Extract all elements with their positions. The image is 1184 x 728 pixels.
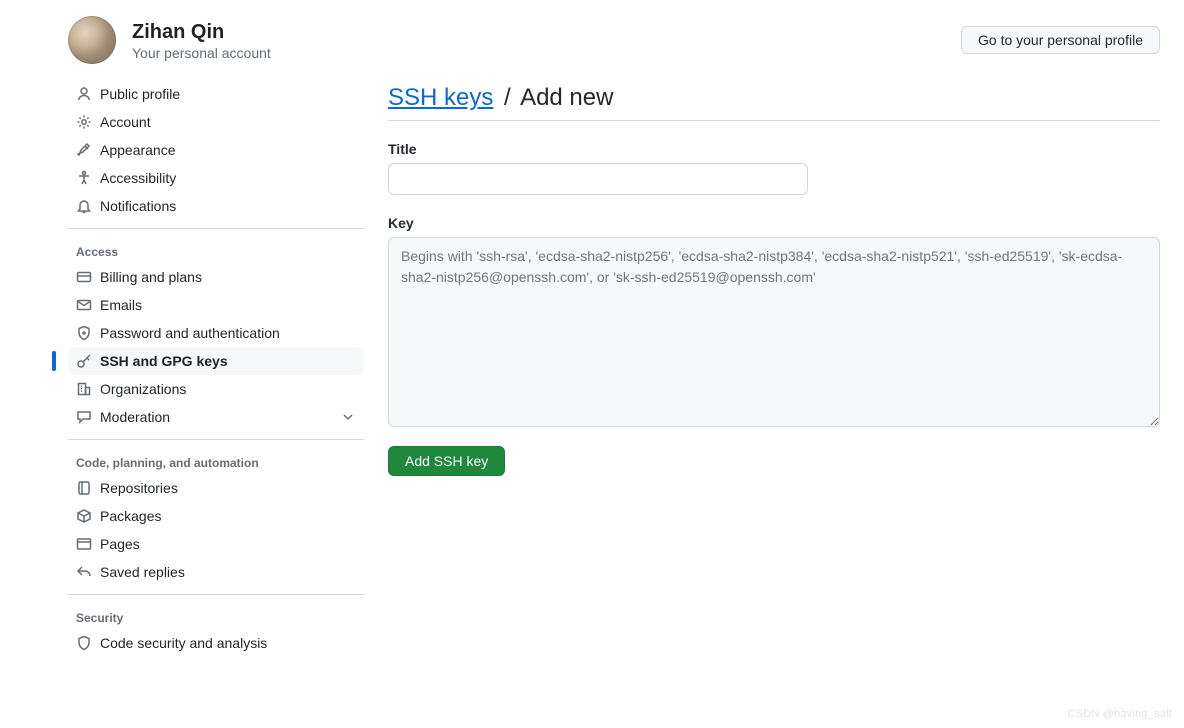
sidebar-divider [68, 228, 364, 229]
go-to-profile-button[interactable]: Go to your personal profile [961, 26, 1160, 54]
sidebar-item-notifications[interactable]: Notifications [68, 192, 364, 220]
credit-card-icon [76, 269, 92, 285]
sidebar-item-repositories[interactable]: Repositories [68, 474, 364, 502]
breadcrumb-link-ssh-keys[interactable]: SSH keys [388, 84, 493, 111]
sidebar-section-title: Code, planning, and automation [68, 448, 364, 474]
paintbrush-icon [76, 142, 92, 158]
sidebar-item-code-security-and-analysis[interactable]: Code security and analysis [68, 629, 364, 657]
sidebar-item-label: SSH and GPG keys [100, 353, 228, 369]
profile-block: Zihan Qin Your personal account [68, 16, 271, 64]
sidebar-item-organizations[interactable]: Organizations [68, 375, 364, 403]
mail-icon [76, 297, 92, 313]
shield-lock-icon [76, 325, 92, 341]
sidebar-item-billing-and-plans[interactable]: Billing and plans [68, 263, 364, 291]
organization-icon [76, 381, 92, 397]
bell-icon [76, 198, 92, 214]
sidebar-item-label: Organizations [100, 381, 186, 397]
sidebar-divider [68, 439, 364, 440]
repo-icon [76, 480, 92, 496]
add-ssh-key-button[interactable]: Add SSH key [388, 446, 505, 476]
sidebar-item-saved-replies[interactable]: Saved replies [68, 558, 364, 586]
sidebar-item-public-profile[interactable]: Public profile [68, 80, 364, 108]
watermark: CSDN @having_salt [1068, 708, 1172, 720]
breadcrumb-current: Add new [520, 84, 613, 111]
sidebar-item-account[interactable]: Account [68, 108, 364, 136]
sidebar-item-label: Billing and plans [100, 269, 202, 285]
top-bar: Zihan Qin Your personal account Go to yo… [0, 0, 1184, 80]
sidebar-section-title: Security [68, 603, 364, 629]
sidebar-item-label: Packages [100, 508, 161, 524]
key-textarea[interactable] [388, 237, 1160, 427]
sidebar-item-accessibility[interactable]: Accessibility [68, 164, 364, 192]
sidebar-item-label: Password and authentication [100, 325, 280, 341]
breadcrumb: SSH keys / Add new [388, 84, 1160, 121]
reply-icon [76, 564, 92, 580]
sidebar-item-password-and-authentication[interactable]: Password and authentication [68, 319, 364, 347]
sidebar-item-label: Account [100, 114, 151, 130]
profile-text: Zihan Qin Your personal account [132, 20, 271, 61]
comment-icon [76, 409, 92, 425]
key-label: Key [388, 215, 1160, 231]
sidebar-item-emails[interactable]: Emails [68, 291, 364, 319]
shield-icon [76, 635, 92, 651]
main-content: SSH keys / Add new Title Key Add SSH key [388, 80, 1160, 657]
settings-sidebar: Public profile Account Appearance Accessibi… [68, 80, 364, 657]
sidebar-item-label: Saved replies [100, 564, 185, 580]
chevron-down-icon [340, 409, 356, 425]
package-icon [76, 508, 92, 524]
sidebar-item-appearance[interactable]: Appearance [68, 136, 364, 164]
sidebar-item-ssh-and-gpg-keys[interactable]: SSH and GPG keys [68, 347, 364, 375]
user-name: Zihan Qin [132, 20, 271, 45]
browser-icon [76, 536, 92, 552]
sidebar-divider [68, 594, 364, 595]
sidebar-item-label: Public profile [100, 86, 180, 102]
avatar[interactable] [68, 16, 116, 64]
sidebar-item-label: Repositories [100, 480, 178, 496]
sidebar-item-label: Moderation [100, 409, 170, 425]
breadcrumb-separator: / [504, 84, 511, 111]
gear-icon [76, 114, 92, 130]
sidebar-item-label: Accessibility [100, 170, 176, 186]
sidebar-item-packages[interactable]: Packages [68, 502, 364, 530]
sidebar-item-moderation[interactable]: Moderation [68, 403, 364, 431]
sidebar-item-label: Emails [100, 297, 142, 313]
sidebar-item-label: Appearance [100, 142, 176, 158]
sidebar-item-label: Notifications [100, 198, 176, 214]
sidebar-item-pages[interactable]: Pages [68, 530, 364, 558]
accessibility-icon [76, 170, 92, 186]
person-icon [76, 86, 92, 102]
title-label: Title [388, 141, 1160, 157]
sidebar-section-title: Access [68, 237, 364, 263]
key-icon [76, 353, 92, 369]
sidebar-item-label: Code security and analysis [100, 635, 267, 651]
user-subtitle: Your personal account [132, 45, 271, 61]
sidebar-item-label: Pages [100, 536, 140, 552]
title-input[interactable] [388, 163, 808, 195]
